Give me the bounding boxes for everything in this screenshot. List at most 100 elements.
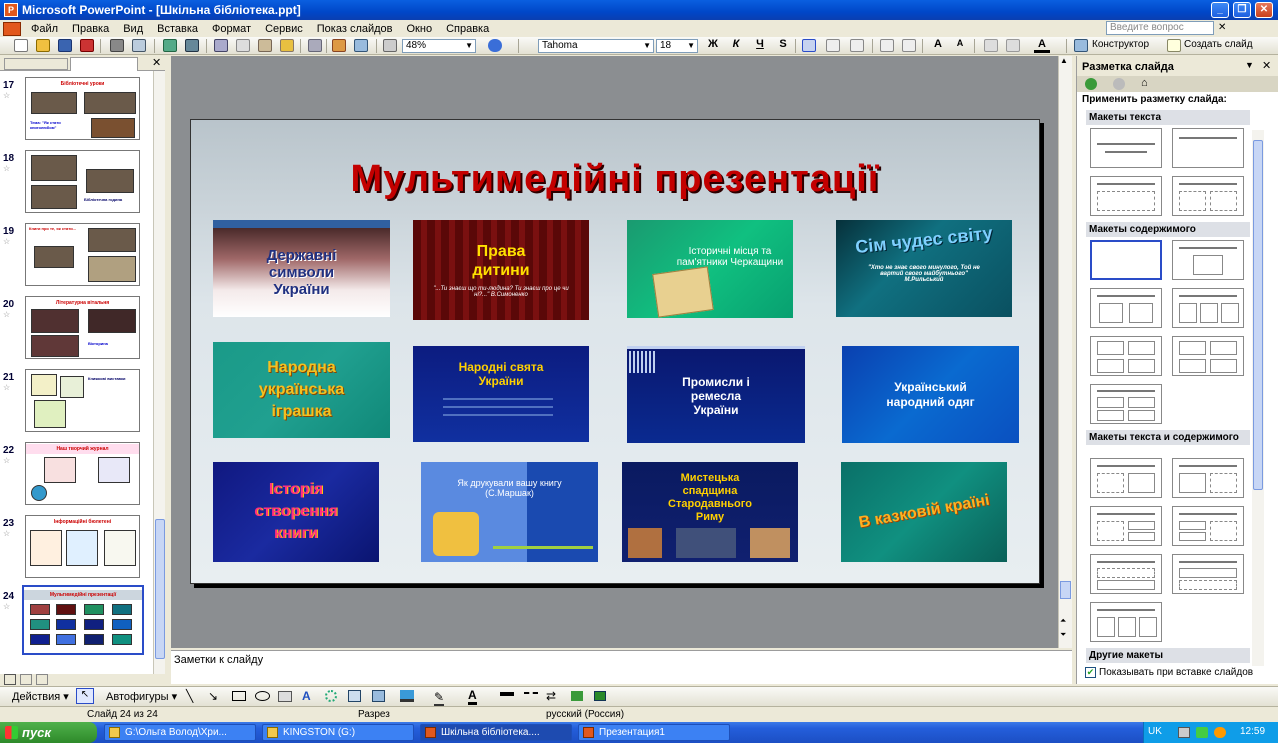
close-icon[interactable]: ✕: [1262, 59, 1271, 72]
textbox-icon[interactable]: [278, 691, 292, 702]
layout-text-content-f[interactable]: [1172, 554, 1244, 594]
minimize-button[interactable]: _: [1211, 2, 1229, 18]
research-icon[interactable]: [185, 39, 199, 52]
safely-remove-icon[interactable]: [1196, 727, 1208, 738]
task-pane-scrollbar[interactable]: [1252, 130, 1264, 666]
oval-icon[interactable]: [255, 691, 270, 701]
slideshow-icon[interactable]: [36, 674, 48, 685]
presentation-tile[interactable]: Історичні місця та пам'ятники Черкащини: [627, 220, 793, 318]
thumbnails-scrollbar[interactable]: [153, 71, 165, 674]
select-pointer-icon[interactable]: ↖: [76, 688, 94, 704]
presentation-tile[interactable]: Права дитини "...Ти знаєш що ти-людина? …: [413, 220, 589, 320]
arrow-style-icon[interactable]: ⇄: [546, 689, 556, 703]
layout-blank[interactable]: [1090, 240, 1162, 280]
format-painter-icon[interactable]: [280, 39, 294, 52]
wordart-icon[interactable]: A: [302, 689, 311, 703]
new-icon[interactable]: [14, 39, 28, 52]
numbering-icon[interactable]: [880, 39, 894, 52]
slide-thumbnail-19[interactable]: Книги про те, як стати...: [25, 223, 140, 286]
align-left-icon[interactable]: [802, 39, 816, 52]
grid-icon[interactable]: [383, 39, 397, 52]
decrease-font-icon[interactable]: A: [952, 38, 968, 48]
align-right-icon[interactable]: [850, 39, 864, 52]
print-preview-icon[interactable]: [132, 39, 146, 52]
shadow-style-icon[interactable]: [571, 691, 583, 701]
powerpoint-icon[interactable]: P: [4, 3, 18, 17]
layout-4-content-b[interactable]: [1172, 336, 1244, 376]
bold-button[interactable]: Ж: [705, 38, 721, 50]
line-style-icon[interactable]: [500, 692, 514, 696]
taskbar-item-folder[interactable]: G:\Ольга Волод\Хри...: [104, 724, 256, 741]
presentation-tile[interactable]: Мистецька спадщина Стародавнього Риму: [622, 462, 798, 562]
layout-title-text[interactable]: [1090, 176, 1162, 216]
help-search-input[interactable]: Введите вопрос: [1106, 21, 1214, 35]
designer-button[interactable]: Конструктор: [1092, 39, 1149, 50]
font-select[interactable]: Tahoma ▼: [538, 39, 654, 53]
layout-two-columns[interactable]: [1172, 176, 1244, 216]
language-indicator[interactable]: UK: [1148, 726, 1162, 737]
bullets-icon[interactable]: [902, 39, 916, 52]
open-icon[interactable]: [36, 39, 50, 52]
taskbar-item-presentation[interactable]: Презентация1: [578, 724, 730, 741]
layout-text-content-d[interactable]: [1172, 506, 1244, 546]
chevron-down-icon[interactable]: ⏷: [1060, 630, 1066, 640]
permission-icon[interactable]: [80, 39, 94, 52]
spelling-icon[interactable]: [163, 39, 177, 52]
layout-title-only[interactable]: [1172, 128, 1244, 168]
menu-edit[interactable]: Правка: [65, 23, 116, 35]
decrease-indent-icon[interactable]: [984, 39, 998, 52]
presentation-tile[interactable]: Український народний одяг: [842, 346, 1019, 443]
start-button[interactable]: пуск: [0, 722, 97, 743]
font-size-select[interactable]: 18 ▼: [656, 39, 698, 53]
menu-window[interactable]: Окно: [400, 23, 440, 35]
tab-outline[interactable]: [4, 58, 68, 70]
dash-style-icon[interactable]: [524, 692, 538, 696]
fill-color-icon[interactable]: [400, 690, 414, 702]
shadow-button[interactable]: S: [775, 38, 791, 50]
layout-text-content-g[interactable]: [1090, 602, 1162, 642]
slide-scrollbar[interactable]: ▲ ⏶ ⏷: [1058, 56, 1072, 648]
menu-insert[interactable]: Вставка: [150, 23, 205, 35]
close-button[interactable]: ✕: [1255, 2, 1273, 18]
presentation-tile[interactable]: Історія створення книги: [213, 462, 379, 562]
chevron-up-icon[interactable]: ⏶: [1060, 616, 1066, 626]
document-icon[interactable]: [3, 21, 21, 36]
slide-canvas[interactable]: Мультимедійні презентації Державні симво…: [190, 119, 1040, 584]
back-icon[interactable]: [1085, 78, 1097, 90]
cut-icon[interactable]: [214, 39, 228, 52]
presentation-tile[interactable]: Державні символи України: [213, 220, 390, 317]
taskbar-item-powerpoint[interactable]: Шкільна бібліотека....: [420, 724, 572, 741]
taskbar-item-drive[interactable]: KINGSTON (G:): [262, 724, 414, 741]
home-icon[interactable]: ⌂: [1141, 77, 1148, 89]
font-color-icon[interactable]: A: [1034, 38, 1050, 53]
rectangle-icon[interactable]: [232, 691, 246, 701]
menu-file[interactable]: Файл: [24, 23, 65, 35]
layout-text-content-b[interactable]: [1172, 458, 1244, 498]
arrow-icon[interactable]: ↘: [208, 689, 218, 703]
3d-style-icon[interactable]: [594, 691, 606, 701]
slide-thumbnail-23[interactable]: Інформаційні бюлетені: [25, 515, 140, 578]
slide-thumbnail-22[interactable]: Наш творчий журнал: [25, 442, 140, 505]
paste-icon[interactable]: [258, 39, 272, 52]
layout-text-content-c[interactable]: [1090, 506, 1162, 546]
chevron-up-icon[interactable]: ▲: [1060, 56, 1068, 65]
close-pane-icon[interactable]: ✕: [152, 56, 161, 69]
increase-indent-icon[interactable]: [1006, 39, 1020, 52]
clock[interactable]: 12:59: [1240, 726, 1265, 737]
slide-thumbnail-21[interactable]: Книжкові виставки: [25, 369, 140, 432]
network-icon[interactable]: [1178, 727, 1190, 738]
scroll-thumb[interactable]: [155, 519, 165, 659]
help-icon[interactable]: [488, 39, 502, 52]
slide-thumbnail-20[interactable]: Літературна вітальня Вікторина: [25, 296, 140, 359]
menu-format[interactable]: Формат: [205, 23, 258, 35]
insert-chart-icon[interactable]: [332, 39, 346, 52]
italic-button[interactable]: К: [728, 38, 744, 50]
presentation-tile[interactable]: Народна українська іграшка: [213, 342, 390, 438]
layout-4-content-a[interactable]: [1090, 336, 1162, 376]
notes-pane[interactable]: Заметки к слайду: [171, 650, 1072, 684]
presentation-tile[interactable]: Сім чудес світу "Хто не знає свого минул…: [836, 220, 1012, 317]
layout-text-content-e[interactable]: [1090, 554, 1162, 594]
print-icon[interactable]: [110, 39, 124, 52]
slide-thumbnail-18[interactable]: Бібліотечна година: [25, 150, 140, 213]
diagram-icon[interactable]: [325, 690, 337, 702]
